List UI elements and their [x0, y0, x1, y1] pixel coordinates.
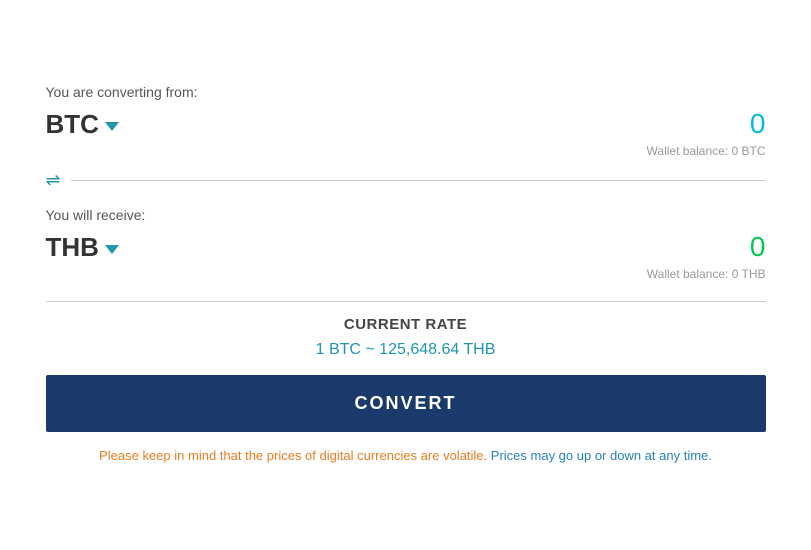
- to-currency-selector[interactable]: THB: [46, 232, 119, 263]
- current-rate-value: 1 BTC ~ 125,648.64 THB: [46, 341, 766, 359]
- from-currency-chevron-icon: [105, 122, 119, 131]
- from-currency-code: BTC: [46, 109, 99, 140]
- to-currency-row: THB 0: [46, 231, 766, 263]
- convert-button[interactable]: CONVERT: [46, 375, 766, 432]
- swap-icon[interactable]: ⇌: [46, 170, 61, 191]
- from-currency-row: BTC 0: [46, 108, 766, 140]
- disclaimer-blue-text: Prices may go up or down at any time.: [491, 448, 712, 463]
- receive-label: You will receive:: [46, 207, 766, 223]
- disclaimer: Please keep in mind that the prices of d…: [46, 446, 766, 466]
- currency-converter: You are converting from: BTC 0 Wallet ba…: [16, 64, 796, 486]
- swap-row: ⇌: [46, 170, 766, 191]
- current-rate-section: CURRENT RATE 1 BTC ~ 125,648.64 THB: [46, 301, 766, 359]
- from-currency-selector[interactable]: BTC: [46, 109, 119, 140]
- disclaimer-orange-text: Please keep in mind that the prices of d…: [99, 448, 487, 463]
- from-currency-amount: 0: [750, 108, 766, 140]
- from-wallet-balance: Wallet balance: 0 BTC: [46, 144, 766, 158]
- to-currency-code: THB: [46, 232, 99, 263]
- to-wallet-balance: Wallet balance: 0 THB: [46, 267, 766, 281]
- converting-from-label: You are converting from:: [46, 84, 766, 100]
- current-rate-title: CURRENT RATE: [46, 316, 766, 333]
- to-currency-chevron-icon: [105, 245, 119, 254]
- divider-line: [71, 180, 766, 181]
- to-currency-amount: 0: [750, 231, 766, 263]
